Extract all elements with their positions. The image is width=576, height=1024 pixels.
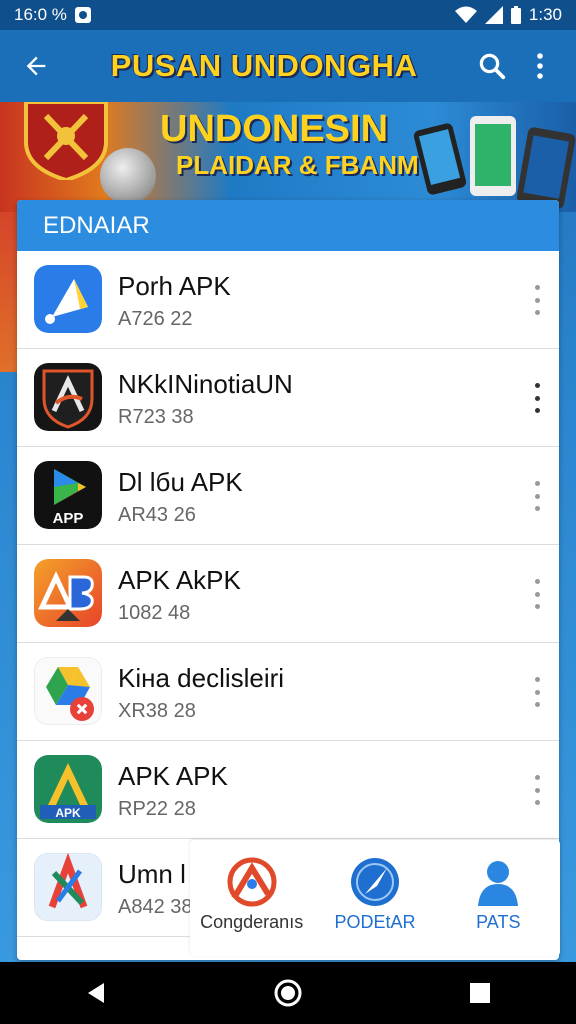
battery-icon xyxy=(510,6,521,24)
list-item[interactable]: APP Dl lбu APK AR43 26 xyxy=(17,447,559,545)
shield-app-icon xyxy=(34,363,102,431)
search-button[interactable] xyxy=(468,42,516,90)
play-app-icon: APP xyxy=(34,461,102,529)
drive-app-icon xyxy=(34,657,102,725)
app-name: Porh APK xyxy=(118,271,231,301)
arrow-app-icon xyxy=(34,265,102,333)
app-name: APK AkPK xyxy=(118,565,241,595)
list-item[interactable]: APK APK APK RP22 28 xyxy=(17,741,559,839)
status-right: 1:30 xyxy=(454,5,562,25)
emblem-icon xyxy=(24,102,108,180)
nav-tab-podetar[interactable]: PODEtAR xyxy=(313,840,436,956)
banner-title: UNDONESIN xyxy=(160,108,389,150)
side-stripe xyxy=(0,212,18,372)
item-menu-icon[interactable] xyxy=(529,579,545,609)
app-subtitle: R723 38 xyxy=(118,406,194,428)
item-menu-icon[interactable] xyxy=(529,481,545,511)
status-bar: 16:0 % 1:30 xyxy=(0,0,576,30)
app-title: PUSAN UNDONGHA xyxy=(110,48,418,83)
ab-app-icon xyxy=(34,559,102,627)
promo-banner[interactable]: UNDONESIN PLAIDAR & FBANM xyxy=(0,102,576,212)
more-vert-icon xyxy=(537,53,543,79)
back-arrow-icon xyxy=(26,56,46,76)
list-item[interactable]: APK AkPK 1082 48 xyxy=(17,545,559,643)
item-menu-icon[interactable] xyxy=(529,383,545,413)
nav-recents-icon xyxy=(470,983,490,1003)
app-name: Kiнa declisleiri xyxy=(118,663,285,693)
person-icon xyxy=(478,861,519,906)
list-item[interactable]: Kiнa declisleiri XR38 28 xyxy=(17,643,559,741)
nav-label: PODEtAR xyxy=(334,912,416,932)
coin-icon xyxy=(100,148,156,204)
app-subtitle: 1082 48 xyxy=(118,602,191,624)
app-name: APK APK xyxy=(118,761,228,791)
status-time: 1:30 xyxy=(528,5,562,24)
item-menu-icon[interactable] xyxy=(529,285,545,315)
item-menu-icon[interactable] xyxy=(529,775,545,805)
app-subtitle: A726 22 xyxy=(118,308,193,330)
nav-label: Congderanıs xyxy=(200,912,304,932)
system-back-button[interactable] xyxy=(66,968,126,1018)
app-bar: PUSAN UNDONGHA xyxy=(0,30,576,102)
system-home-button[interactable] xyxy=(258,968,318,1018)
app-name: Dl lбu APK xyxy=(118,467,243,497)
list-item[interactable]: NKkINinotiaUN R723 38 xyxy=(17,349,559,447)
list-item[interactable]: Porh APK A726 22 xyxy=(17,251,559,349)
app-name: NKkINinotiaUN xyxy=(118,369,293,399)
ring-arrow-icon xyxy=(227,857,277,907)
nav-tab-congderanis[interactable]: Congderanıs xyxy=(190,840,313,956)
bottom-nav: Congderanıs PODEtAR PATS xyxy=(190,840,560,956)
nav-back-icon xyxy=(88,983,104,1003)
notification-icon xyxy=(74,7,91,23)
status-left-text: 16:0 % xyxy=(14,5,67,24)
banner-subtitle: PLAIDAR & FBANM xyxy=(176,150,419,180)
app-subtitle: AR43 26 xyxy=(118,504,196,526)
apk-triangle-app-icon: APK xyxy=(34,755,102,823)
app-name: Umn l xyxy=(118,859,186,889)
back-button[interactable] xyxy=(12,42,60,90)
system-nav-bar xyxy=(0,962,576,1024)
item-menu-icon[interactable] xyxy=(529,677,545,707)
signal-icon xyxy=(484,6,503,24)
phones-icon xyxy=(413,116,576,209)
svg-text:APP: APP xyxy=(53,510,84,527)
svg-text:APK: APK xyxy=(55,806,81,820)
nav-home-icon xyxy=(274,979,302,1007)
nav-label: PATS xyxy=(476,912,521,932)
status-left: 16:0 % xyxy=(14,5,91,25)
card-header: EDNAIAR xyxy=(17,200,559,251)
system-recents-button[interactable] xyxy=(450,968,510,1018)
search-icon xyxy=(479,53,506,80)
compass-icon xyxy=(350,858,399,906)
app-subtitle: A842 38 xyxy=(118,896,193,918)
x-app-icon xyxy=(34,853,102,921)
app-subtitle: XR38 28 xyxy=(118,700,196,722)
app-subtitle: RP22 28 xyxy=(118,798,196,820)
wifi-icon xyxy=(454,6,477,23)
more-options-button[interactable] xyxy=(516,42,564,90)
nav-tab-pats[interactable]: PATS xyxy=(437,840,560,956)
